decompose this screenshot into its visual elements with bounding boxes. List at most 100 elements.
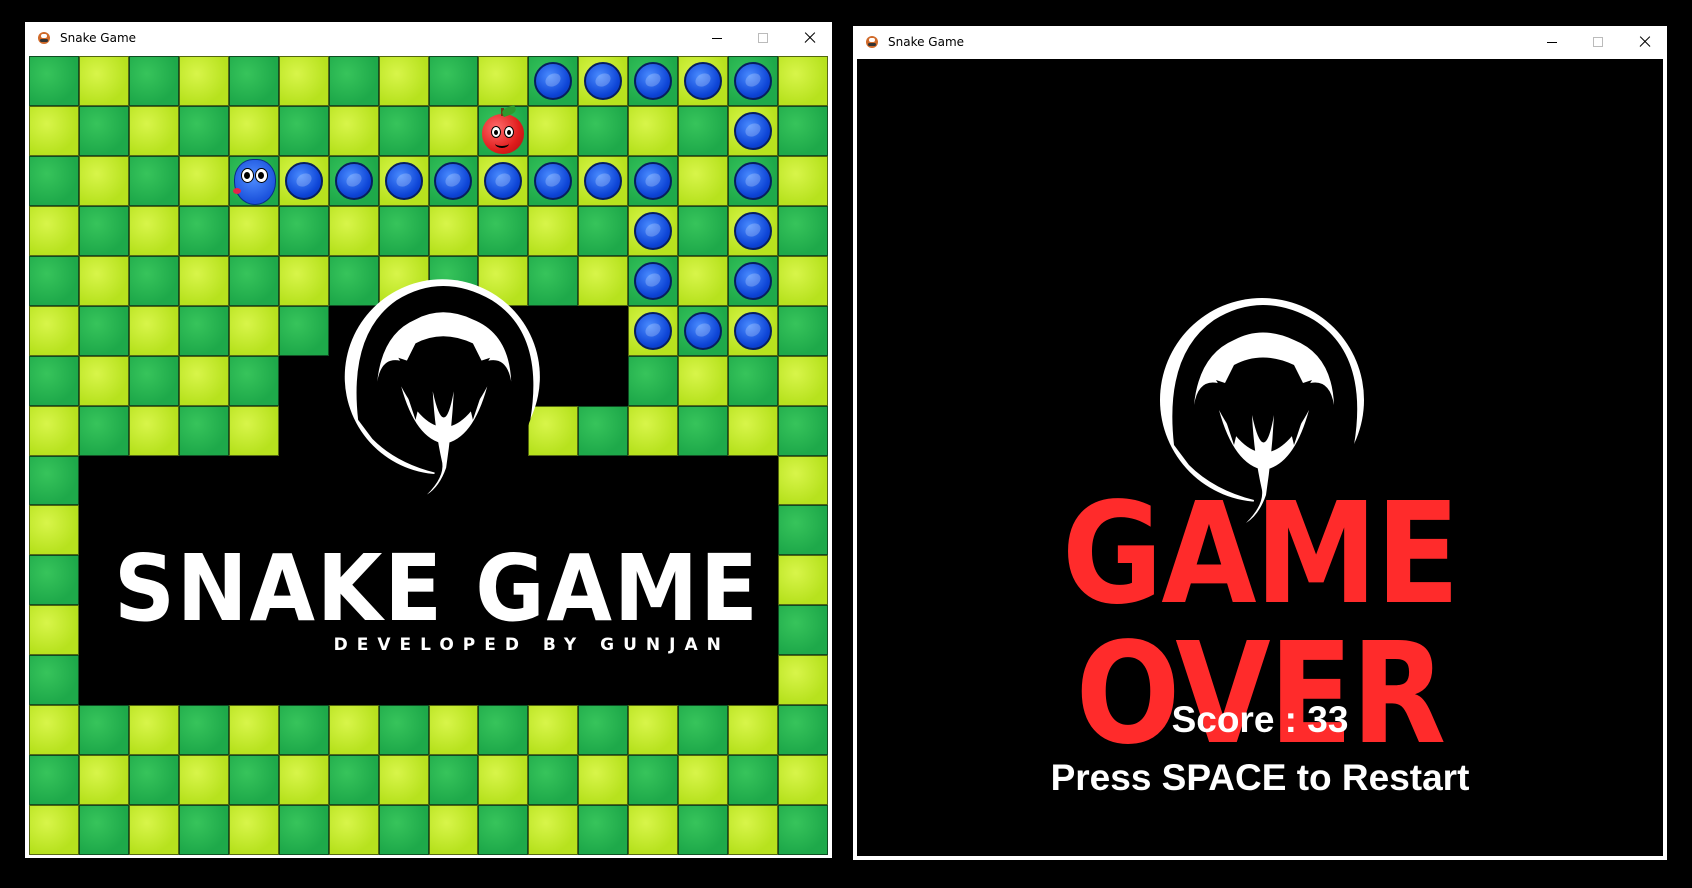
board-cell [29, 255, 79, 306]
board-cell [628, 405, 679, 456]
board-cell [278, 155, 329, 206]
board-cell [128, 105, 179, 156]
board-cell [428, 255, 479, 306]
board-cell [528, 605, 579, 656]
board-cell [478, 655, 529, 706]
board-cell [728, 655, 779, 706]
board-cell [78, 705, 129, 756]
board-cell [228, 155, 279, 206]
board-cell [728, 755, 779, 806]
board-cell [128, 805, 179, 855]
board-cell [578, 355, 629, 406]
board-cell [628, 605, 679, 656]
board-cell [678, 505, 729, 556]
board-cell [778, 56, 828, 106]
board-cell [578, 805, 629, 855]
board-cell [378, 805, 429, 855]
board-cell [78, 105, 129, 156]
maximize-button[interactable] [1575, 26, 1621, 57]
board-cell [378, 105, 429, 156]
board-cell [728, 455, 779, 506]
board-cell [428, 455, 479, 506]
board-cell [128, 555, 179, 606]
board-cell [78, 305, 129, 356]
board-cell [328, 205, 379, 256]
board-cell [778, 455, 828, 506]
board-cell [128, 705, 179, 756]
board-cell [678, 255, 729, 306]
maximize-button[interactable] [740, 22, 786, 53]
board-cell [29, 105, 79, 156]
game-board[interactable]: SNAKE GAME DEVELOPED BY GUNJAN [29, 56, 828, 855]
board-cell [228, 56, 279, 106]
board-cell [278, 355, 329, 406]
board-cell [128, 455, 179, 506]
board-cell [428, 655, 479, 706]
board-cell [778, 605, 828, 656]
board-cell [678, 155, 729, 206]
board-cell [78, 455, 129, 506]
board-cell [328, 105, 379, 156]
close-button[interactable] [1621, 26, 1667, 57]
board-cell [428, 305, 479, 356]
board-cell [178, 405, 229, 456]
board-cell [378, 605, 429, 656]
title-bar[interactable]: Snake Game [25, 22, 832, 53]
board-cell [228, 355, 279, 406]
board-cell [478, 56, 529, 106]
board-cell [128, 205, 179, 256]
title-bar[interactable]: Snake Game [853, 26, 1667, 57]
board-cell [328, 405, 379, 456]
board-cell [278, 605, 329, 656]
board-cell [428, 755, 479, 806]
minimize-button[interactable] [1529, 26, 1575, 57]
board-cell [528, 555, 579, 606]
board-cell [478, 555, 529, 606]
board-cell [728, 155, 779, 206]
board-cell [78, 755, 129, 806]
board-cell [678, 605, 729, 656]
board-cell [178, 255, 229, 306]
board-cell [728, 355, 779, 406]
board-cell [628, 155, 679, 206]
minimize-button[interactable] [694, 22, 740, 53]
board-cell [728, 605, 779, 656]
board-cell [478, 605, 529, 656]
board-cell [578, 705, 629, 756]
board-cell [178, 205, 229, 256]
board-cell [628, 655, 679, 706]
game-over-window: Snake Game GAME OVER Score : 33 Press SP… [853, 26, 1667, 860]
board-cell [678, 355, 729, 406]
board-cell [29, 755, 79, 806]
board-cell [528, 205, 579, 256]
board-cell [228, 805, 279, 855]
board-cell [278, 455, 329, 506]
board-cell [29, 555, 79, 606]
board-cell [678, 205, 729, 256]
board-cell [128, 155, 179, 206]
board-cell [628, 505, 679, 556]
board-cell [228, 205, 279, 256]
board-cell [29, 355, 79, 406]
board-cell [178, 755, 229, 806]
board-cell [778, 555, 828, 606]
board-cell [628, 455, 679, 506]
board-cell [728, 705, 779, 756]
snake-app-icon [37, 31, 51, 45]
board-cell [578, 605, 629, 656]
board-cell [678, 305, 729, 356]
board-cell [29, 405, 79, 456]
close-button[interactable] [786, 22, 832, 53]
board-cell [78, 205, 129, 256]
board-cell [728, 56, 779, 106]
board-cell [778, 255, 828, 306]
board-cell [628, 305, 679, 356]
board-cell [678, 555, 729, 606]
board-cell [728, 405, 779, 456]
board-cell [29, 305, 79, 356]
board-cell [778, 505, 828, 556]
board-cell [378, 555, 429, 606]
board-cell [778, 405, 828, 456]
board-cell [428, 355, 479, 406]
board-cell [578, 305, 629, 356]
